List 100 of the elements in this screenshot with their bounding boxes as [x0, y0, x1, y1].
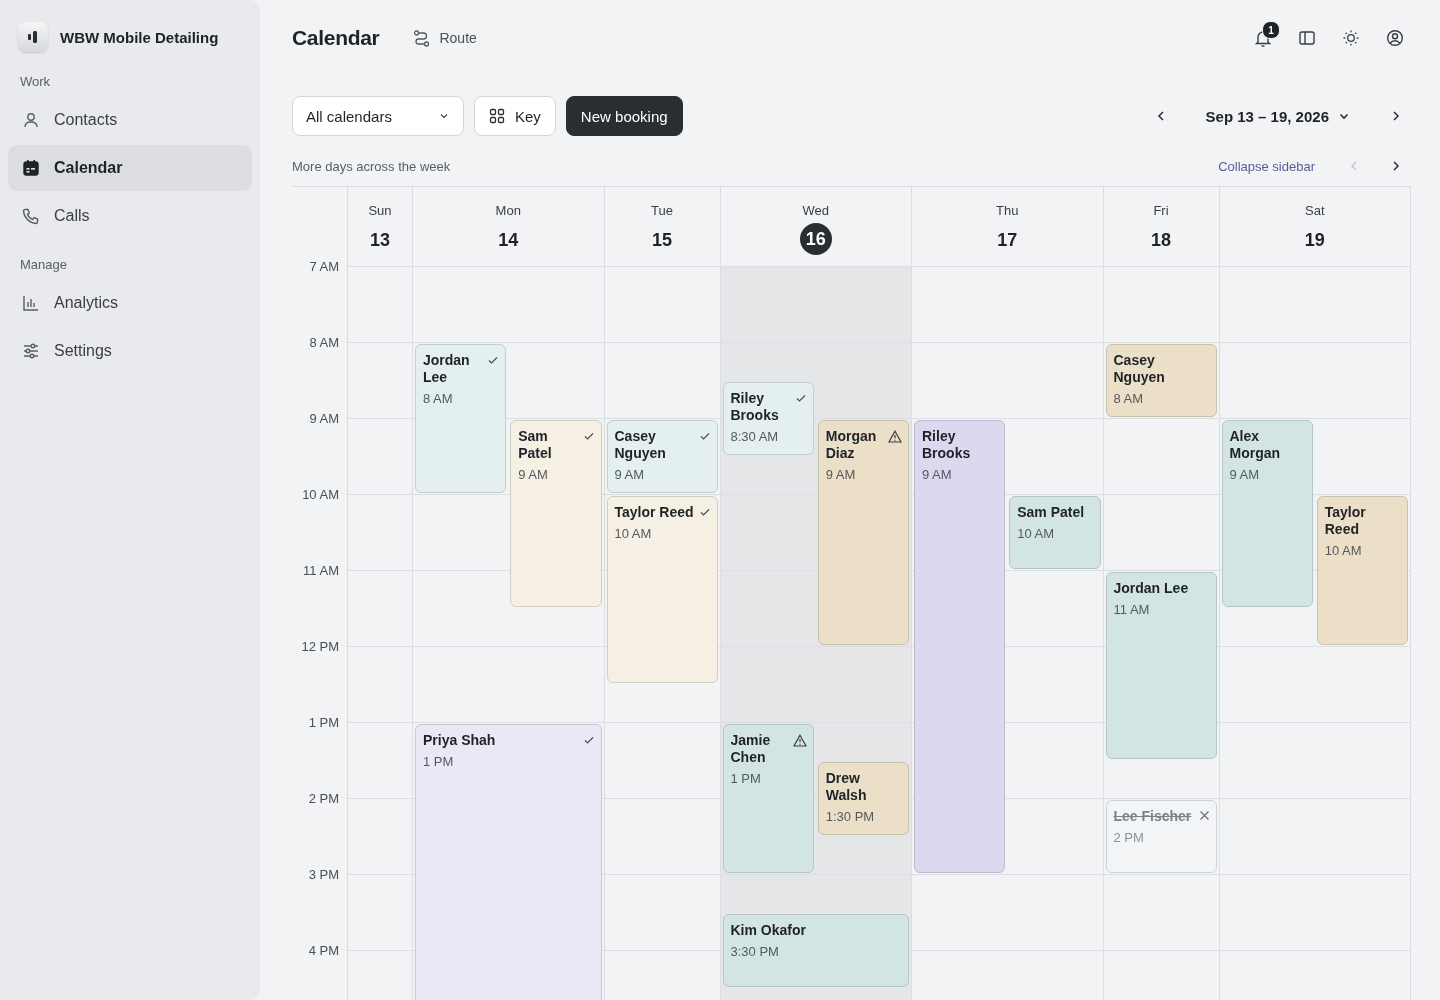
- section-label: Work: [19, 74, 52, 89]
- booking-time: 9 AM: [614, 467, 646, 482]
- day-number[interactable]: 18: [1146, 225, 1176, 255]
- booking-name: Priya Shah: [423, 732, 496, 749]
- check-icon: [794, 392, 807, 404]
- booking-time: 1 PM: [730, 771, 762, 786]
- weekday-label: Thu: [996, 203, 1019, 218]
- settings-icon: [22, 342, 40, 360]
- person-icon: [22, 111, 40, 129]
- logo-icon: [18, 22, 48, 52]
- booking-time: 10 AM: [1017, 526, 1056, 541]
- grid-icon: [489, 108, 505, 124]
- booking-card[interactable]: Sam Patel 10 AM: [1009, 496, 1101, 569]
- booking-card[interactable]: Alex Morgan 9 AM: [1221, 420, 1313, 607]
- sidebar-item[interactable]: Contacts: [8, 97, 252, 143]
- page-title: Calendar: [292, 26, 380, 50]
- key-button[interactable]: Key: [474, 96, 556, 136]
- hour-label: 2 PM: [308, 791, 339, 806]
- day-number[interactable]: 19: [1299, 225, 1330, 255]
- booking-card[interactable]: Casey Nguyen 9 AM: [606, 420, 718, 493]
- sidebar-item[interactable]: Calendar: [8, 145, 252, 191]
- booking-name: Sam Patel: [1017, 504, 1085, 521]
- day-number[interactable]: 16: [799, 223, 832, 255]
- booking-time: 8 AM: [423, 391, 454, 406]
- hour-label: 8 AM: [309, 335, 339, 350]
- day-number[interactable]: 14: [493, 225, 524, 255]
- booking-card[interactable]: Sam Patel 9 AM: [510, 420, 602, 607]
- hour-label: 3 PM: [308, 867, 339, 882]
- booking-card[interactable]: Taylor Reed 10 AM: [606, 496, 718, 683]
- hour-label: 10 AM: [302, 487, 339, 502]
- booking-name: Alex Morgan: [1229, 428, 1282, 462]
- booking-name: Lee Fischer: [1113, 808, 1192, 825]
- booking-time: 1:30 PM: [825, 809, 876, 824]
- booking-card[interactable]: Casey Nguyen 8 AM: [1105, 344, 1217, 417]
- booking-name: Jamie Chen: [730, 732, 772, 766]
- hour-label: 1 PM: [308, 715, 339, 730]
- route-link[interactable]: Route: [413, 29, 477, 47]
- weekday-label: Sat: [1305, 203, 1325, 218]
- sun-icon: [1342, 29, 1360, 47]
- booking-name: Casey Nguyen: [614, 428, 667, 462]
- calendar-icon: [22, 159, 40, 177]
- booking-name: Sam Patel: [518, 428, 553, 462]
- booking-name: Casey Nguyen: [1113, 352, 1166, 386]
- booking-card[interactable]: Drew Walsh 1:30 PM: [817, 762, 909, 835]
- check-icon: [698, 430, 711, 442]
- booking-card[interactable]: Jamie Chen 1 PM: [722, 724, 814, 873]
- route-icon: [413, 29, 431, 47]
- booking-name: Riley Brooks: [922, 428, 972, 462]
- booking-card[interactable]: Lee Fischer 2 PM: [1105, 800, 1217, 873]
- booking-name: Drew Walsh: [825, 770, 868, 804]
- booking-card[interactable]: Taylor Reed 10 AM: [1316, 496, 1408, 645]
- warning-icon: [888, 430, 902, 443]
- booking-card[interactable]: Morgan Diaz 9 AM: [817, 420, 909, 645]
- check-icon: [487, 354, 500, 366]
- hour-label: 7 AM: [309, 259, 339, 274]
- phone-icon: [22, 207, 40, 225]
- booking-card[interactable]: Riley Brooks 8:30 AM: [722, 382, 814, 455]
- sidebar-item[interactable]: Calls: [8, 193, 252, 239]
- booking-time: 9 AM: [518, 467, 549, 482]
- booking-name: Jordan Lee: [1113, 580, 1189, 597]
- booking-name: Jordan Lee: [423, 352, 471, 386]
- collapse-sidebar-link[interactable]: Collapse sidebar: [1218, 158, 1315, 174]
- booking-time: 3:30 PM: [730, 944, 780, 959]
- weekday-label: Tue: [651, 203, 673, 218]
- notifications-button[interactable]: 1: [1245, 20, 1281, 56]
- booking-time: 9 AM: [1229, 467, 1261, 482]
- day-number[interactable]: 17: [992, 225, 1023, 255]
- booking-time: 2 PM: [1113, 830, 1145, 845]
- booking-card[interactable]: Kim Okafor 3:30 PM: [722, 914, 909, 987]
- day-number[interactable]: 15: [647, 225, 677, 255]
- new-booking-button[interactable]: New booking: [565, 96, 683, 136]
- booking-name: Riley Brooks: [730, 390, 780, 424]
- hour-label: 12 PM: [301, 639, 339, 654]
- booking-card[interactable]: Jordan Lee 11 AM: [1105, 572, 1217, 759]
- view-hint: More days across the week: [292, 158, 451, 174]
- date-range-picker[interactable]: Sep 13 – 19, 2026: [1205, 107, 1351, 125]
- booking-card[interactable]: Priya Shah 1 PM: [415, 724, 602, 1000]
- check-icon: [582, 430, 595, 442]
- sidebar-item[interactable]: Analytics: [8, 280, 252, 326]
- hour-label: 9 AM: [309, 411, 339, 426]
- booking-name: Morgan Diaz: [825, 428, 878, 462]
- sidebar-item[interactable]: Settings: [8, 328, 252, 374]
- booking-time: 11 AM: [1113, 602, 1151, 617]
- booking-time: 9 AM: [922, 467, 953, 482]
- booking-time: 1 PM: [423, 754, 455, 769]
- weekday-label: Wed: [802, 203, 829, 218]
- booking-name: Taylor Reed: [1324, 504, 1367, 538]
- weekday-label: Mon: [495, 203, 521, 218]
- booking-time: 10 AM: [614, 526, 653, 541]
- section-label: Manage: [19, 257, 68, 272]
- booking-name: Kim Okafor: [730, 922, 806, 939]
- booking-time: 8 AM: [1113, 391, 1145, 406]
- booking-card[interactable]: Riley Brooks 9 AM: [914, 420, 1006, 873]
- calendar-select[interactable]: All calendars: [292, 96, 464, 136]
- booking-time: 8:30 AM: [730, 429, 780, 444]
- check-icon: [582, 734, 595, 746]
- booking-card[interactable]: Jordan Lee 8 AM: [415, 344, 507, 493]
- day-number[interactable]: 13: [365, 225, 395, 255]
- hour-label: 4 PM: [308, 943, 339, 958]
- notification-badge: 1: [1262, 21, 1280, 39]
